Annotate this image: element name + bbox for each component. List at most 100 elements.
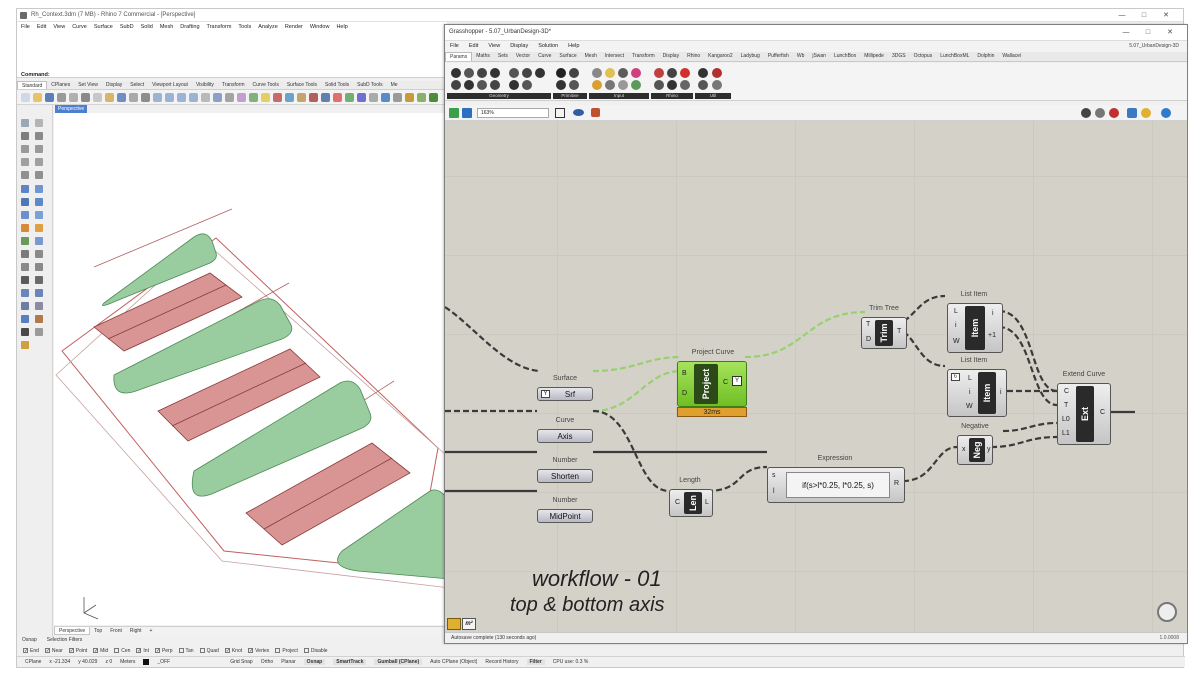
paste-icon[interactable] <box>105 93 114 102</box>
cplane-icon[interactable] <box>213 93 222 102</box>
param-icon[interactable] <box>509 68 519 78</box>
maximize-icon[interactable]: □ <box>1137 25 1159 41</box>
planar-toggle[interactable]: Planar <box>281 659 295 665</box>
viewport-tab-add[interactable]: + <box>146 627 157 635</box>
point-icon[interactable] <box>35 119 43 127</box>
gh-tab-curve[interactable]: Curve <box>534 52 555 61</box>
tab-visibility[interactable]: Visibility <box>192 81 218 89</box>
rhino-menu-solid[interactable]: Solid <box>137 22 156 32</box>
explode-icon[interactable] <box>35 224 43 232</box>
extrude-icon[interactable] <box>21 198 29 206</box>
param-icon[interactable] <box>477 80 487 90</box>
param-icon[interactable] <box>464 80 474 90</box>
copy-geometry-icon[interactable] <box>35 263 43 271</box>
gh-tab-ladybug[interactable]: Ladybug <box>737 52 764 61</box>
light-icon[interactable] <box>261 93 270 102</box>
save-icon[interactable] <box>462 108 472 118</box>
save-icon[interactable] <box>45 93 54 102</box>
lock-icon[interactable] <box>297 93 306 102</box>
list-item-component[interactable]: ↻ L i W Item i <box>947 369 1007 417</box>
param-icon[interactable] <box>569 80 579 90</box>
show-icon[interactable] <box>309 93 318 102</box>
input-pin-l0[interactable]: L0 <box>1062 416 1070 423</box>
mesh-icon[interactable] <box>21 237 29 245</box>
input-pin-w[interactable]: W <box>953 338 960 345</box>
tab-transform[interactable]: Transform <box>218 81 249 89</box>
undo-icon[interactable] <box>117 93 126 102</box>
gh-tab-jswan[interactable]: jSwan <box>808 52 830 61</box>
rhino-menu-file[interactable]: File <box>17 22 33 32</box>
tab-select[interactable]: Select <box>126 81 148 89</box>
rhino-menu-transform[interactable]: Transform <box>203 22 235 32</box>
toolbar-more-icon[interactable] <box>405 93 414 102</box>
check-icon[interactable] <box>21 328 29 336</box>
circle-icon[interactable] <box>21 145 29 153</box>
trim-tree-component[interactable]: T D Trim T <box>861 317 907 349</box>
input-pin-x[interactable]: x <box>962 446 966 453</box>
gh-menu-file[interactable]: File <box>445 41 464 52</box>
polyline-icon[interactable] <box>21 132 29 140</box>
curve-param[interactable]: Axis <box>537 429 593 443</box>
cylinder-icon[interactable] <box>35 211 43 219</box>
osnap-cen[interactable]: Cen <box>114 648 130 654</box>
param-icon[interactable] <box>556 80 566 90</box>
gh-document-name[interactable]: 5.07_UrbanDesign-3D <box>1129 43 1179 49</box>
canvas-navigation-compass-icon[interactable] <box>1157 602 1177 622</box>
hide-icon[interactable] <box>321 93 330 102</box>
param-icon[interactable] <box>556 68 566 78</box>
input-pin-i[interactable]: i <box>969 389 971 396</box>
param-icon[interactable] <box>569 68 579 78</box>
zoom-dropdown[interactable]: 163% <box>477 108 549 118</box>
rhino-menu-window[interactable]: Window <box>306 22 333 32</box>
color-wheel-icon[interactable] <box>333 93 342 102</box>
gh-tab-sets[interactable]: Sets <box>494 52 512 61</box>
gh-tab-mesh[interactable]: Mesh <box>581 52 601 61</box>
value-list-icon[interactable] <box>618 80 628 90</box>
param-icon[interactable] <box>477 68 487 78</box>
rotate-view-icon[interactable] <box>141 93 150 102</box>
param-icon[interactable] <box>522 68 532 78</box>
auto-cplane-toggle[interactable]: Auto CPlane (Object) <box>430 659 477 665</box>
param-icon[interactable] <box>490 68 500 78</box>
toggle-icon[interactable] <box>618 68 628 78</box>
box-icon[interactable] <box>35 198 43 206</box>
globe-icon[interactable] <box>1161 108 1171 118</box>
gh-tab-wallacei[interactable]: Wallacei <box>998 52 1025 61</box>
close-icon[interactable]: ✕ <box>1159 25 1181 41</box>
output-pin-l[interactable]: L <box>705 499 709 506</box>
gh-tab-rhino[interactable]: Rhino <box>683 52 704 61</box>
select-icon[interactable] <box>21 119 29 127</box>
swatch-icon[interactable] <box>631 68 641 78</box>
viewport-tab-front[interactable]: Front <box>106 627 126 635</box>
extend-curve-component[interactable]: C T L0 L1 Ext C <box>1057 383 1111 445</box>
current-layer[interactable]: _OFF <box>157 659 170 665</box>
array-icon[interactable] <box>21 289 29 297</box>
offset-icon[interactable] <box>35 171 43 179</box>
render-icon[interactable] <box>273 93 282 102</box>
cplane-label[interactable]: CPlane <box>25 659 41 665</box>
command-history[interactable] <box>17 32 447 78</box>
grid-snap-toggle[interactable]: Grid Snap <box>230 659 253 665</box>
dimension-icon[interactable] <box>35 276 43 284</box>
param-icon[interactable] <box>464 68 474 78</box>
input-pin-s[interactable]: s <box>772 472 776 479</box>
osnap-perp[interactable]: ✓ Perp <box>154 648 173 654</box>
button-icon[interactable] <box>592 80 602 90</box>
tab-selection-filters[interactable]: Selection Filters <box>42 637 88 645</box>
param-icon[interactable] <box>654 68 664 78</box>
gh-tab-intersect[interactable]: Intersect <box>601 52 628 61</box>
input-pin-l[interactable]: L <box>968 375 972 382</box>
input-pin-c[interactable]: C <box>675 499 680 506</box>
filter-toggle[interactable]: Filter <box>526 659 545 665</box>
output-pin-r[interactable]: R <box>894 480 899 487</box>
cut-icon[interactable] <box>81 93 90 102</box>
gh-menu-solution[interactable]: Solution <box>533 41 563 52</box>
flow-icon[interactable] <box>35 315 43 323</box>
input-pin-l1[interactable]: L1 <box>1062 430 1070 437</box>
viewport-tab-right[interactable]: Right <box>126 627 146 635</box>
input-pin-i[interactable]: i <box>955 322 957 329</box>
fillet-icon[interactable] <box>21 171 29 179</box>
gh-tab-dolphin[interactable]: Dolphin <box>973 52 998 61</box>
gh-canvas[interactable]: Surface Y Srf Curve Axis Number Shorten … <box>445 121 1187 632</box>
input-pin-d[interactable]: D <box>866 336 871 343</box>
